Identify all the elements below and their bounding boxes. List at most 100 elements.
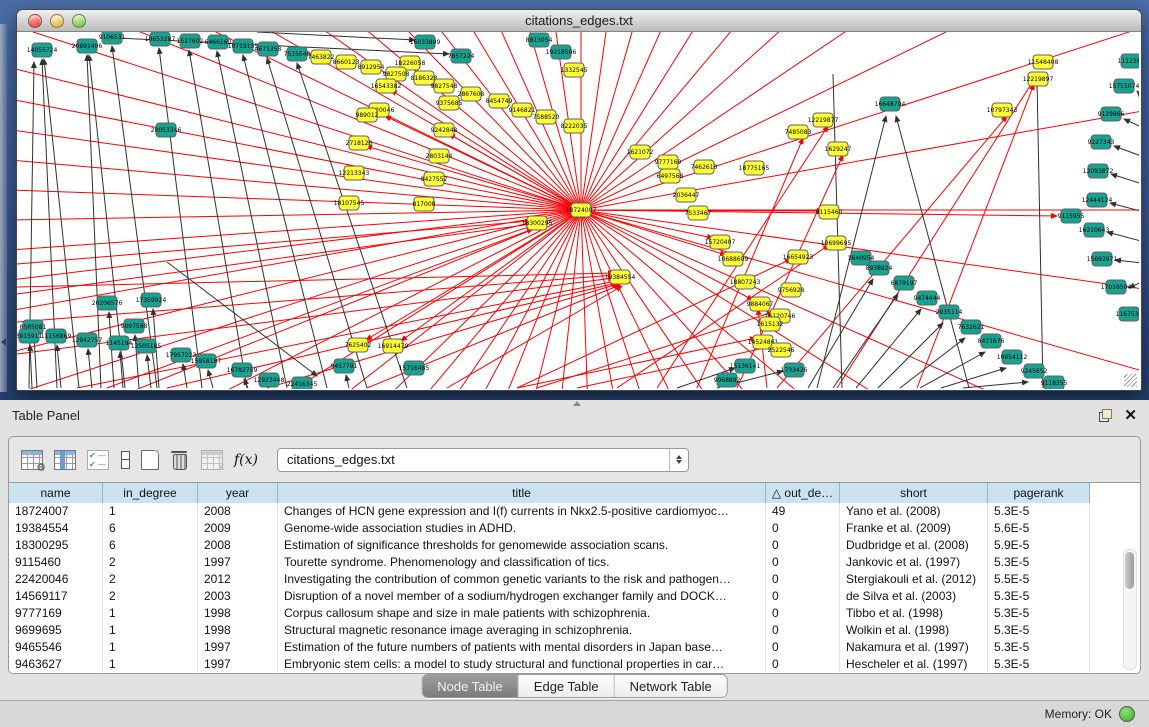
- graph-edge[interactable]: [17, 183, 581, 210]
- graph-edge[interactable]: [190, 32, 581, 210]
- graph-edge[interactable]: [159, 48, 202, 388]
- panel-resize-handle[interactable]: [573, 401, 581, 406]
- column-header-pagerank[interactable]: pagerank: [988, 483, 1090, 503]
- table-cell[interactable]: 9465546: [9, 639, 103, 656]
- column-header-short[interactable]: short: [840, 483, 988, 503]
- table-cell[interactable]: Stergiakouli et al. (2012): [840, 571, 988, 588]
- table-cell[interactable]: Investigating the contribution of common…: [278, 571, 766, 588]
- table-row[interactable]: 1938455462009Genome-wide association stu…: [9, 520, 1140, 537]
- table-row[interactable]: 2242004622012Investigating the contribut…: [9, 571, 1140, 588]
- table-cell[interactable]: Hescheler et al. (1997): [840, 656, 988, 673]
- table-row[interactable]: 977716911998Corpus callosum shape and si…: [9, 605, 1140, 622]
- graph-edge[interactable]: [581, 210, 1006, 389]
- graph-edge[interactable]: [346, 375, 349, 388]
- float-panel-icon[interactable]: [1099, 409, 1112, 422]
- graph-edge[interactable]: [1110, 203, 1139, 214]
- table-cell[interactable]: 5.5E-5: [988, 571, 1090, 588]
- network-window-titlebar[interactable]: citations_edges.txt: [17, 10, 1141, 32]
- graph-edge[interactable]: [833, 294, 898, 388]
- table-cell[interactable]: Tibbo et al. (1998): [840, 605, 988, 622]
- table-cell[interactable]: 19384554: [9, 520, 103, 537]
- tab-edge-table[interactable]: Edge Table: [519, 675, 615, 697]
- rows-icon[interactable]: [120, 451, 130, 469]
- graph-edge[interactable]: [17, 65, 581, 210]
- table-mode-icon[interactable]: [21, 450, 43, 470]
- close-window-button[interactable]: [28, 14, 42, 28]
- graph-edge[interactable]: [1124, 119, 1139, 132]
- graph-edge[interactable]: [581, 78, 1139, 210]
- table-cell[interactable]: Tourette syndrome. Phenomenology and cla…: [278, 554, 766, 571]
- graph-edge[interactable]: [581, 210, 1139, 389]
- graph-edge[interactable]: [920, 352, 985, 388]
- graph-edge[interactable]: [208, 370, 213, 388]
- new-column-icon[interactable]: [141, 450, 159, 470]
- table-cell[interactable]: 6: [103, 537, 198, 554]
- graph-edge[interactable]: [1111, 174, 1139, 187]
- graph-edge[interactable]: [1137, 91, 1139, 107]
- graph-edge[interactable]: [1115, 260, 1139, 264]
- graph-edge[interactable]: [581, 32, 890, 210]
- graph-edge[interactable]: [777, 116, 1007, 388]
- graph-edge[interactable]: [581, 210, 713, 389]
- table-cell[interactable]: 5.3E-5: [988, 588, 1090, 605]
- network-window[interactable]: citations_edges.txt 14055724206914069106…: [16, 9, 1142, 391]
- table-cell[interactable]: 5.3E-5: [988, 554, 1090, 571]
- graph-edge[interactable]: [217, 51, 287, 388]
- graph-edge[interactable]: [447, 286, 622, 388]
- table-cell[interactable]: Structural magnetic resonance image aver…: [278, 622, 766, 639]
- table-cell[interactable]: 9463627: [9, 656, 103, 673]
- tab-node-table[interactable]: Node Table: [422, 675, 519, 697]
- table-cell[interactable]: 5.3E-5: [988, 656, 1090, 673]
- table-cell[interactable]: 5.3E-5: [988, 622, 1090, 639]
- table-cell[interactable]: 1: [103, 503, 198, 520]
- function-builder-icon[interactable]: f(x): [234, 451, 260, 469]
- table-cell[interactable]: 9777169: [9, 605, 103, 622]
- graph-edge[interactable]: [88, 349, 92, 388]
- graph-edge[interactable]: [189, 50, 247, 388]
- graph-edge[interactable]: [900, 338, 965, 388]
- table-cell[interactable]: 1: [103, 622, 198, 639]
- table-row[interactable]: 969969511998Structural magnetic resonanc…: [9, 622, 1140, 639]
- zoom-window-button[interactable]: [72, 14, 86, 28]
- table-cell[interactable]: Genome-wide association studies in ADHD.: [278, 520, 766, 537]
- table-cell[interactable]: 6: [103, 520, 198, 537]
- graph-edge[interactable]: [57, 345, 61, 388]
- graph-edge[interactable]: [17, 273, 614, 287]
- table-cell[interactable]: 2008: [198, 503, 278, 520]
- table-cell[interactable]: 5.3E-5: [988, 605, 1090, 622]
- table-cell[interactable]: 5.9E-5: [988, 537, 1090, 554]
- table-cell[interactable]: 2008: [198, 537, 278, 554]
- table-cell[interactable]: 0: [766, 537, 840, 554]
- graph-edge[interactable]: [243, 55, 327, 388]
- table-row[interactable]: 946554611997Estimation of the future num…: [9, 639, 1140, 656]
- table-cell[interactable]: Embryonic stem cells: a model to study s…: [278, 656, 766, 673]
- table-cell[interactable]: 1998: [198, 622, 278, 639]
- table-cell[interactable]: Corpus callosum shape and size in male p…: [278, 605, 766, 622]
- table-cell[interactable]: 18300295: [9, 537, 103, 554]
- table-cell[interactable]: 9699695: [9, 622, 103, 639]
- delete-column-icon[interactable]: [170, 451, 190, 469]
- graph-edge[interactable]: [837, 72, 1039, 388]
- table-cell[interactable]: 0: [766, 571, 840, 588]
- table-cell[interactable]: Yano et al. (2008): [840, 503, 988, 520]
- graph-edge[interactable]: [581, 210, 1139, 389]
- table-cell[interactable]: 0: [766, 520, 840, 537]
- table-selector-combobox[interactable]: citations_edges.txt: [277, 448, 689, 472]
- table-cell[interactable]: 0: [766, 588, 840, 605]
- table-cell[interactable]: 1997: [198, 554, 278, 571]
- memory-status-icon[interactable]: [1119, 706, 1135, 722]
- graph-edge[interactable]: [17, 210, 581, 223]
- table-cell[interactable]: 2003: [198, 588, 278, 605]
- citation-network-graph[interactable]: 1405572420691406910653110653287152760264…: [17, 32, 1139, 389]
- table-cell[interactable]: 49: [766, 503, 840, 520]
- graph-edge[interactable]: [449, 134, 581, 210]
- table-cell[interactable]: Dudbridge et al. (2008): [840, 537, 988, 554]
- table-panel-header[interactable]: Table Panel ✕: [0, 400, 1149, 430]
- table-cell[interactable]: 0: [766, 639, 840, 656]
- table-cell[interactable]: Franke et al. (2009): [840, 520, 988, 537]
- table-cell[interactable]: 2: [103, 554, 198, 571]
- table-row[interactable]: 1872400712008Changes of HCN gene express…: [9, 503, 1140, 520]
- column-header-year[interactable]: year: [198, 483, 278, 503]
- table-row[interactable]: 1456911722003Disruption of a novel membe…: [9, 588, 1140, 605]
- table-row[interactable]: 946362711997Embryonic stem cells: a mode…: [9, 656, 1140, 673]
